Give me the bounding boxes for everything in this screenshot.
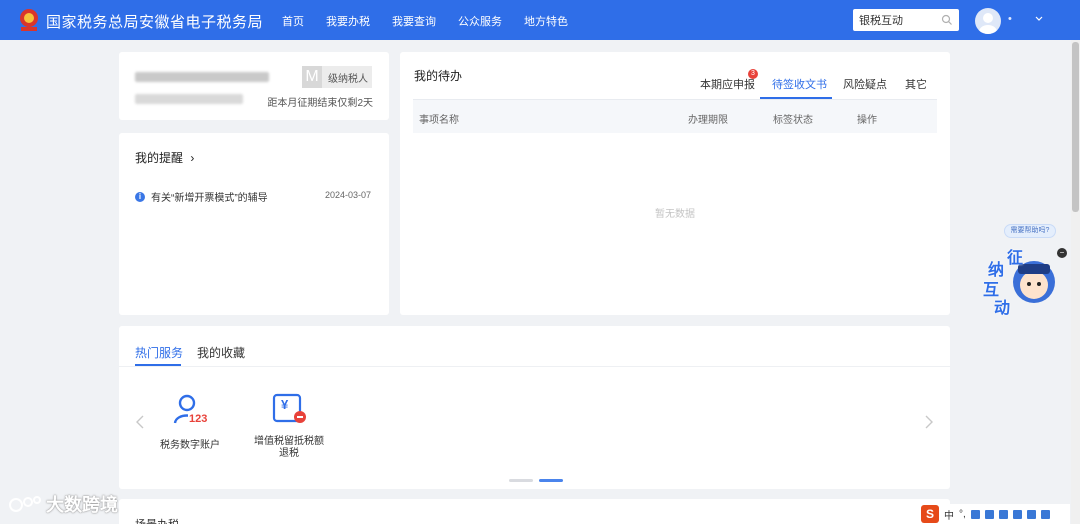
- deadline-suffix: 天: [363, 98, 373, 109]
- user-name-masked[interactable]: •: [1008, 13, 1012, 25]
- page-scrollbar[interactable]: [1071, 40, 1080, 524]
- tab-hot-services[interactable]: 热门服务: [135, 344, 183, 361]
- col-item-name: 事项名称: [419, 115, 459, 126]
- col-deadline: 办理期限: [688, 115, 728, 126]
- masked-tax-id: [135, 94, 243, 104]
- help-bubble[interactable]: 需要帮助吗?: [1004, 224, 1056, 238]
- ime-mode[interactable]: 中: [944, 507, 954, 522]
- user-avatar[interactable]: [975, 8, 1001, 34]
- tax-interaction-helper[interactable]: 征 纳 互 动: [980, 242, 1060, 317]
- grid-menu-icon[interactable]: [1040, 509, 1050, 519]
- search-icon[interactable]: [941, 14, 953, 26]
- watermark: 大数跨境: [8, 491, 118, 517]
- chevron-right-icon: ›: [190, 151, 195, 165]
- icon-number-label: 123: [188, 413, 209, 425]
- mascot-icon[interactable]: [1026, 509, 1036, 519]
- nav-query[interactable]: 我要查询: [392, 13, 436, 29]
- tab-other[interactable]: 其它: [905, 76, 927, 92]
- tab-current-filing[interactable]: 本期应申报: [700, 76, 755, 92]
- scenario-tax-card: 场景办税: [119, 499, 950, 524]
- scrollbar-thumb[interactable]: [1072, 42, 1079, 212]
- tax-refund-icon: ¥: [271, 392, 307, 428]
- taxpayer-profile-card: M 级纳税人 距本月征期结束仅剩2天: [119, 52, 389, 120]
- divider: [119, 366, 950, 367]
- search-input[interactable]: [853, 9, 937, 31]
- service-label: 增值税留抵税额退税: [254, 436, 324, 459]
- avatar-icon: [979, 13, 997, 34]
- reminder-text: 有关“新增开票模式”的辅导: [151, 193, 268, 204]
- todo-table-header: 事项名称 办理期限 标签状态 操作: [413, 99, 937, 133]
- sogou-logo-icon[interactable]: S: [921, 505, 939, 523]
- user-account-icon: 123: [172, 392, 209, 428]
- toolbox-icon[interactable]: [1012, 509, 1022, 519]
- chevron-down-icon[interactable]: [1034, 14, 1044, 24]
- services-card: 热门服务 我的收藏 123 税务数字账户 ¥ 增值税留抵税额退税: [119, 326, 950, 489]
- microphone-icon[interactable]: [970, 509, 980, 519]
- skin-icon[interactable]: [998, 509, 1008, 519]
- watermark-text: 大数跨境: [46, 495, 118, 515]
- tab-pending-documents[interactable]: 待签收文书: [772, 76, 827, 92]
- todo-title: 我的待办: [414, 69, 463, 83]
- search-box: [853, 9, 959, 31]
- reminders-title[interactable]: 我的提醒 ›: [135, 149, 194, 166]
- masked-company-name: [135, 72, 269, 82]
- helper-char: 征: [1007, 250, 1024, 267]
- reminders-title-text: 我的提醒: [135, 151, 184, 165]
- watermark-logo-icon: [9, 496, 41, 512]
- service-vat-refund[interactable]: ¥ 增值税留抵税额退税: [251, 392, 327, 460]
- carousel-dot-2[interactable]: [539, 479, 563, 482]
- reminder-date: 2024-03-07: [324, 190, 371, 200]
- yuan-symbol: ¥: [281, 397, 289, 412]
- filing-deadline-text: 距本月征期结束仅剩2天: [267, 94, 373, 109]
- level-letter: M: [302, 66, 322, 88]
- col-tag-status: 标签状态: [773, 115, 813, 126]
- level-label: 级纳税人: [328, 73, 368, 85]
- deadline-prefix: 距本月征期结束仅剩: [267, 98, 358, 109]
- site-title[interactable]: 国家税务总局安徽省电子税务局: [46, 11, 263, 32]
- nav-do-tax[interactable]: 我要办税: [326, 13, 370, 29]
- info-icon: i: [135, 191, 145, 202]
- chevron-right-icon[interactable]: [924, 414, 934, 430]
- tab-my-favorites[interactable]: 我的收藏: [197, 344, 245, 361]
- nav-local-features[interactable]: 地方特色: [524, 13, 568, 29]
- reminders-card: 我的提醒 › i 有关“新增开票模式”的辅导 2024-03-07: [119, 133, 389, 315]
- service-tax-digital-account[interactable]: 123 税务数字账户: [157, 392, 223, 451]
- tax-emblem-icon[interactable]: [18, 8, 40, 32]
- taxpayer-level-badge: M 级纳税人: [302, 66, 372, 88]
- todo-card: 我的待办 本期应申报 3 待签收文书 风险疑点 其它 事项名称 办理期限 标签状…: [400, 52, 950, 315]
- top-header: 国家税务总局安徽省电子税务局 首页 我要办税 我要查询 公众服务 地方特色 •: [0, 0, 1080, 40]
- carousel-pagination: [509, 479, 563, 482]
- helper-char: 动: [994, 300, 1011, 317]
- ime-punctuation[interactable]: °,: [959, 509, 966, 520]
- empty-state-text: 暂无数据: [655, 209, 695, 220]
- nav-home[interactable]: 首页: [282, 13, 304, 29]
- tab-risk-doubts[interactable]: 风险疑点: [843, 76, 887, 92]
- carousel-dot-1[interactable]: [509, 479, 533, 482]
- chevron-left-icon[interactable]: [135, 414, 145, 430]
- nav-public-service[interactable]: 公众服务: [458, 13, 502, 29]
- section-title: 场景办税: [135, 516, 179, 524]
- main-nav: 首页 我要办税 我要查询 公众服务 地方特色: [282, 13, 568, 29]
- service-label: 税务数字账户: [160, 440, 220, 451]
- ime-toolbar: S 中 °,: [918, 504, 1070, 524]
- notification-badge: 3: [748, 69, 758, 79]
- keyboard-icon[interactable]: [984, 509, 994, 519]
- col-action: 操作: [857, 115, 877, 126]
